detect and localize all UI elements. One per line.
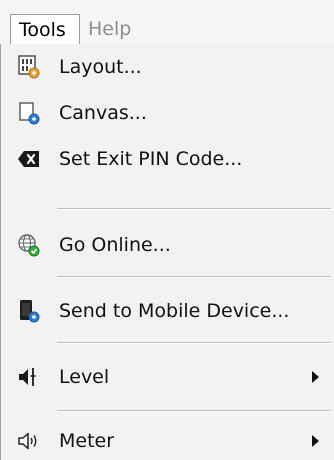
submenu-arrow-icon [312, 371, 319, 383]
app-root: Tools Help Layout... Canvas... Set Exit … [0, 0, 334, 460]
menu-item-canvas[interactable]: Canvas... [1, 90, 334, 136]
menu-separator [57, 342, 331, 344]
globe-icon [18, 234, 40, 257]
menu-tools[interactable]: Tools [10, 14, 80, 45]
menu-bar: Tools Help [0, 0, 334, 45]
menu-item-label: Layout... [59, 56, 142, 78]
menu-item-label: Level [59, 366, 110, 388]
menu-help[interactable]: Help [80, 14, 139, 44]
menu-separator [57, 410, 331, 412]
menu-item-go-online[interactable]: Go Online... [1, 222, 334, 268]
menu-item-label: Send to Mobile Device... [59, 300, 290, 322]
menu-item-send-to-mobile[interactable]: Send to Mobile Device... [1, 288, 334, 334]
menu-item-layout[interactable]: Layout... [1, 44, 334, 90]
menu-item-level[interactable]: Level [1, 354, 334, 400]
menu-item-set-exit-pin[interactable]: Set Exit PIN Code... [1, 136, 334, 182]
backspace-icon [18, 151, 39, 167]
menu-item-label: Go Online... [59, 234, 171, 256]
menu-separator [57, 208, 331, 210]
canvas-icon [19, 102, 40, 125]
submenu-arrow-icon [312, 435, 319, 447]
speaker-icon [18, 432, 37, 450]
menu-separator [57, 276, 331, 278]
layout-icon [18, 55, 40, 79]
mobile-device-icon [20, 300, 40, 323]
level-icon [19, 368, 36, 386]
menu-item-label: Meter [59, 430, 115, 452]
menu-item-meter[interactable]: Meter [1, 418, 334, 460]
menu-item-label: Set Exit PIN Code... [59, 148, 243, 170]
menu-item-label: Canvas... [59, 102, 147, 124]
tools-dropdown-menu: Layout... Canvas... Set Exit PIN Code... [0, 44, 334, 460]
